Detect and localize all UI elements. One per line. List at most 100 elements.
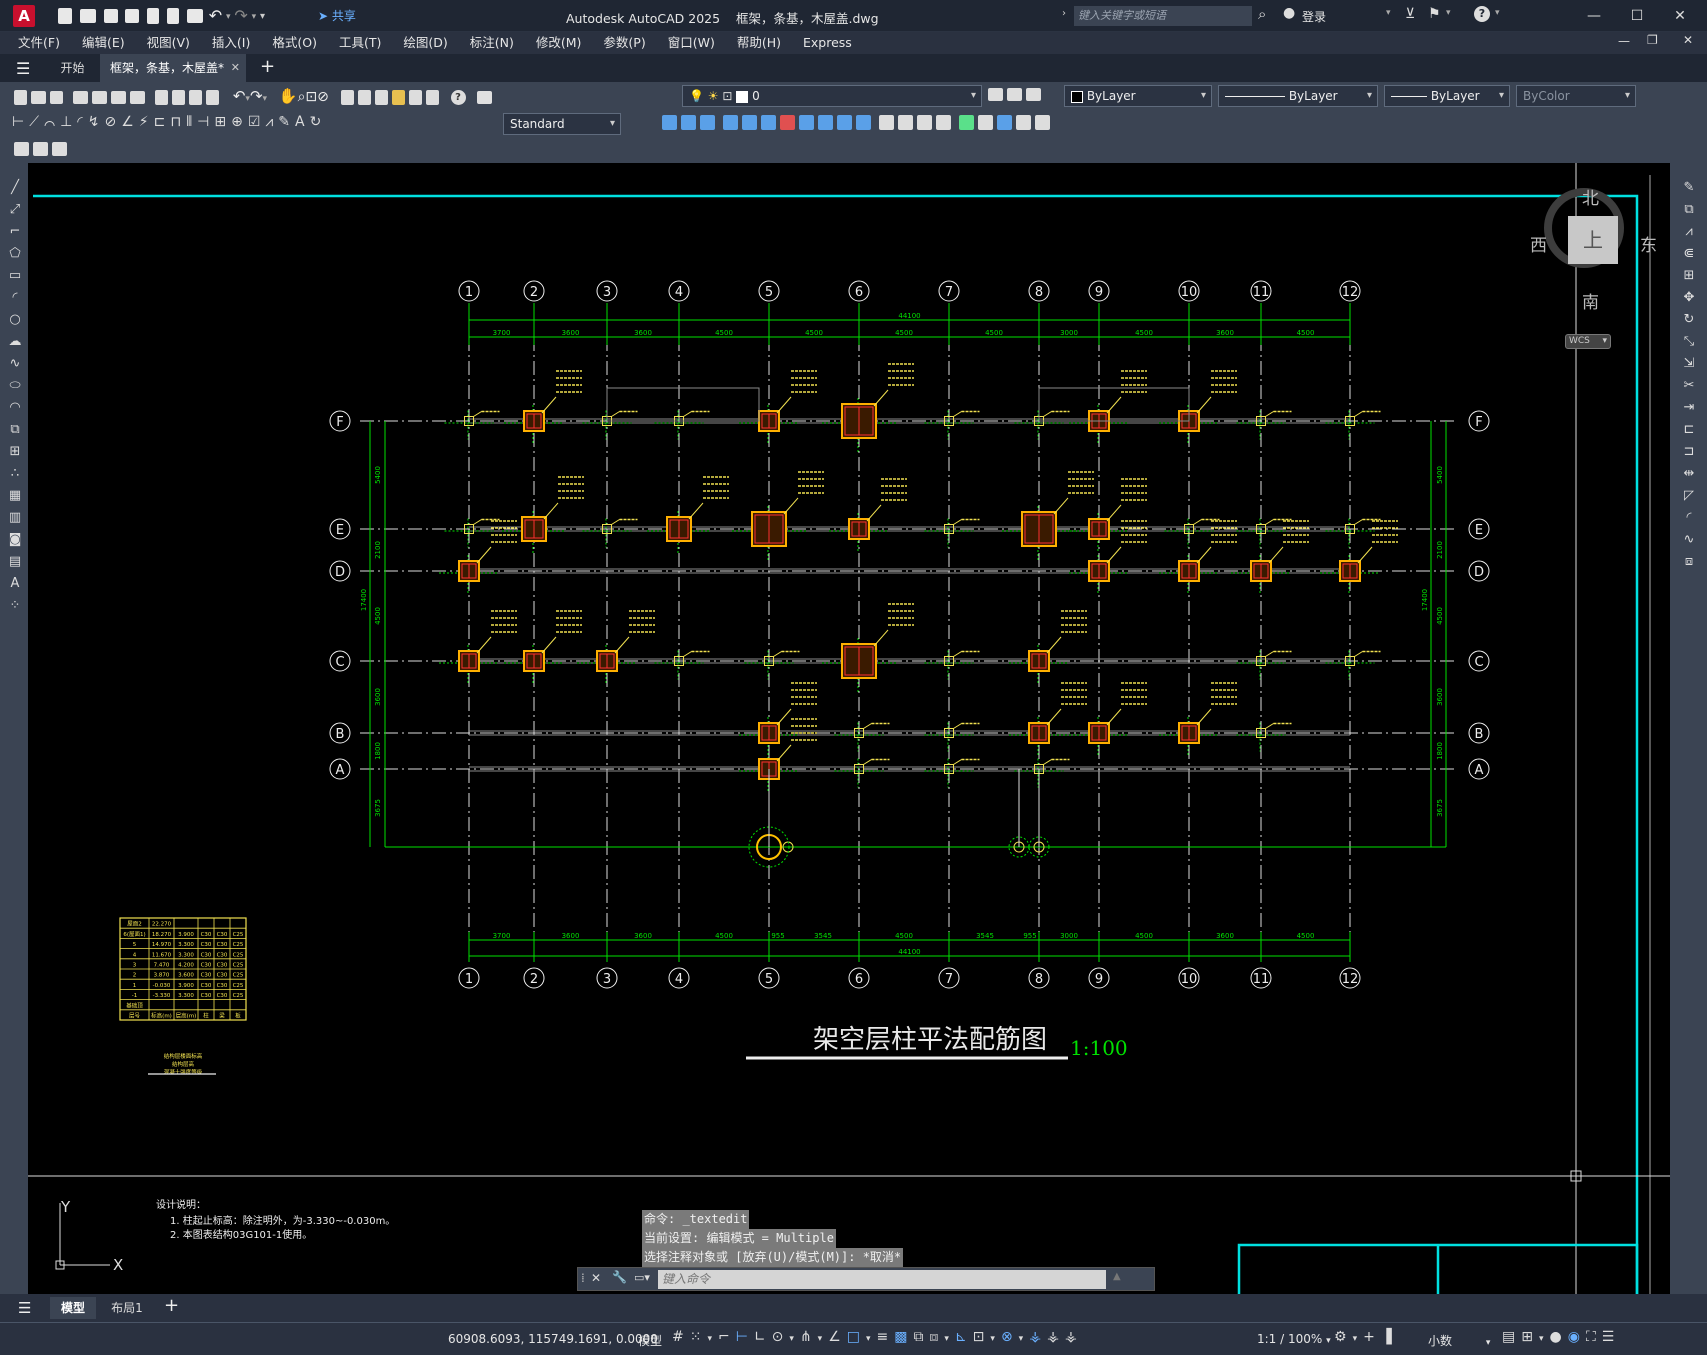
tab-model[interactable]: 模型 [50, 1297, 96, 1319]
tab-layout1[interactable]: 布局1 [104, 1297, 150, 1319]
infer-constraints-icon[interactable]: ⌐ [718, 1329, 736, 1345]
presspull-icon[interactable] [742, 115, 757, 130]
layer-previous-icon[interactable] [1007, 88, 1022, 101]
rectangle-icon[interactable]: ▭ [6, 265, 24, 287]
paste-icon[interactable] [189, 90, 202, 105]
union-icon[interactable] [780, 115, 795, 130]
menu-dimension[interactable]: 标注(N) [459, 32, 525, 54]
user-icon[interactable]: ● [1283, 5, 1295, 21]
open-file-icon[interactable] [31, 91, 46, 104]
dynamic-ucs-icon[interactable]: ⊾ [955, 1329, 973, 1345]
save-as-icon[interactable] [125, 8, 140, 23]
gradient-icon[interactable]: ▥ [6, 507, 24, 529]
spline-icon[interactable]: ∿ [6, 353, 24, 375]
menu-file[interactable]: 文件(F) [7, 32, 71, 54]
match-properties-icon[interactable] [206, 90, 219, 105]
customization-icon[interactable]: ☰ [1602, 1329, 1621, 1345]
properties-icon[interactable] [340, 90, 354, 105]
viewcube[interactable]: 上 北 南 西 东 [1530, 178, 1657, 313]
autocad-logo[interactable]: A [13, 5, 35, 27]
region-icon[interactable]: ◙ [6, 529, 24, 551]
menu-insert[interactable]: 插入(I) [201, 32, 261, 54]
copy-object-icon[interactable]: ⧉ [1679, 199, 1699, 221]
open-icon[interactable] [79, 8, 96, 23]
break-at-point-icon[interactable]: ⊏ [1679, 419, 1699, 441]
point-icon[interactable]: ∴ [6, 463, 24, 485]
mirror-icon[interactable]: ⩘ [1679, 221, 1699, 243]
lineweight-dropdown-arrow-icon[interactable]: ▾ [1499, 86, 1504, 106]
jogged-linear-icon[interactable]: ⩘ [265, 114, 278, 130]
print-preview-icon[interactable] [92, 91, 107, 104]
rotate-icon[interactable]: ↻ [1679, 309, 1699, 331]
tool-palettes-icon[interactable] [374, 90, 388, 105]
snap-icon[interactable]: ⁙ [690, 1329, 708, 1345]
isometric-icon[interactable]: ⋔ [800, 1329, 818, 1345]
application-menu-icon[interactable]: ☰ [16, 59, 30, 78]
tab-document[interactable]: 框架，条基，木屋盖* ✕ [100, 54, 246, 82]
insert-block-icon[interactable]: ⧉ [6, 419, 24, 441]
aligned-dim-icon[interactable]: ⟋ [29, 114, 44, 130]
block-editor-icon[interactable] [14, 141, 29, 156]
auto-scale-icon[interactable]: ⚶ [1047, 1329, 1065, 1345]
viewcube-top-face[interactable]: 上 [1568, 216, 1618, 264]
3d-rotate-icon[interactable] [978, 115, 993, 130]
customize-qat-icon[interactable]: ▾ [260, 11, 265, 22]
center-mark-icon[interactable]: ⊕ [231, 114, 248, 130]
transparency-icon[interactable]: ▩ [894, 1329, 913, 1345]
annotation-scale-icon[interactable]: ⚶ [1065, 1329, 1083, 1345]
trim-icon[interactable]: ✂ [1679, 375, 1699, 397]
polar-tracking-icon[interactable]: ⊙ [772, 1329, 790, 1345]
construction-line-icon[interactable]: ⤢ [6, 199, 24, 221]
lineweight-dropdown[interactable]: ByLayer ▾ [1384, 85, 1510, 107]
layout-menu-icon[interactable]: ☰ [18, 1299, 31, 1317]
layer-dropdown-arrow-icon[interactable]: ▾ [971, 86, 976, 106]
make-block-icon[interactable]: ⊞ [6, 441, 24, 463]
cut-icon[interactable] [155, 90, 168, 105]
lock-ui-dropdown-icon[interactable]: ▾ [1539, 1334, 1550, 1344]
menu-help[interactable]: 帮助(H) [726, 32, 792, 54]
offset-icon[interactable]: ⋐ [1679, 243, 1699, 265]
search-input[interactable]: 键入关键字或短语 [1074, 6, 1252, 26]
close-button[interactable]: ✕ [1660, 0, 1700, 32]
dimstyle-dropdown-arrow-icon[interactable]: ▾ [610, 114, 615, 134]
shell-icon[interactable] [917, 115, 932, 130]
toolbar-redo-icon[interactable]: ↷ [250, 87, 263, 105]
color-dropdown-arrow-icon[interactable]: ▾ [1201, 86, 1206, 106]
undo-icon[interactable]: ↶ [209, 6, 222, 25]
angular-dim-icon[interactable]: ∠ [121, 114, 139, 130]
polygon-icon[interactable]: ⬠ [6, 243, 24, 265]
undo-dropdown-icon[interactable]: ▾ [226, 12, 231, 22]
box-icon[interactable] [662, 115, 677, 130]
blend-curves-icon[interactable]: ∿ [1679, 529, 1699, 551]
command-input[interactable]: 键入命令 [658, 1270, 1106, 1289]
3d-array-icon[interactable] [1035, 115, 1050, 130]
linetype-dropdown[interactable]: ByLayer ▾ [1218, 85, 1378, 107]
slice-icon[interactable] [837, 115, 852, 130]
search-icon[interactable]: ⌕ [1258, 5, 1266, 23]
units-dropdown[interactable]: 小数 ▾ [1428, 1332, 1490, 1349]
isometric-dropdown-icon[interactable]: ▾ [818, 1334, 829, 1344]
explode-icon[interactable]: ⧈ [1679, 551, 1699, 573]
fillet-icon[interactable]: ◜ [1679, 507, 1699, 529]
graphics-performance-icon[interactable]: ◉ [1568, 1329, 1586, 1345]
radius-dim-icon[interactable]: ◜ [77, 114, 87, 130]
3d-align-icon[interactable] [997, 115, 1012, 130]
object-snap-icon[interactable]: □ [847, 1329, 866, 1345]
new-icon[interactable] [58, 7, 72, 24]
refedit-icon[interactable] [52, 141, 67, 156]
doc-minimize-button[interactable]: — [1618, 34, 1630, 48]
hatch-icon[interactable]: ▦ [6, 485, 24, 507]
markup-icon[interactable] [408, 90, 422, 105]
break-icon[interactable]: ⊐ [1679, 441, 1699, 463]
write-block-icon[interactable] [33, 141, 48, 156]
polyline-icon[interactable]: ⌐ [6, 221, 24, 243]
minimize-button[interactable]: — [1574, 0, 1614, 32]
extrude-icon[interactable] [723, 115, 738, 130]
menu-modify[interactable]: 修改(M) [525, 32, 593, 54]
sphere-icon[interactable] [681, 115, 696, 130]
search-arrow-icon[interactable]: › [1062, 8, 1066, 19]
grid-icon[interactable]: # [672, 1329, 690, 1345]
cart-icon[interactable]: ⊻ [1405, 6, 1415, 22]
erase-icon[interactable]: ✎ [1679, 177, 1699, 199]
menu-tools[interactable]: 工具(T) [328, 32, 392, 54]
